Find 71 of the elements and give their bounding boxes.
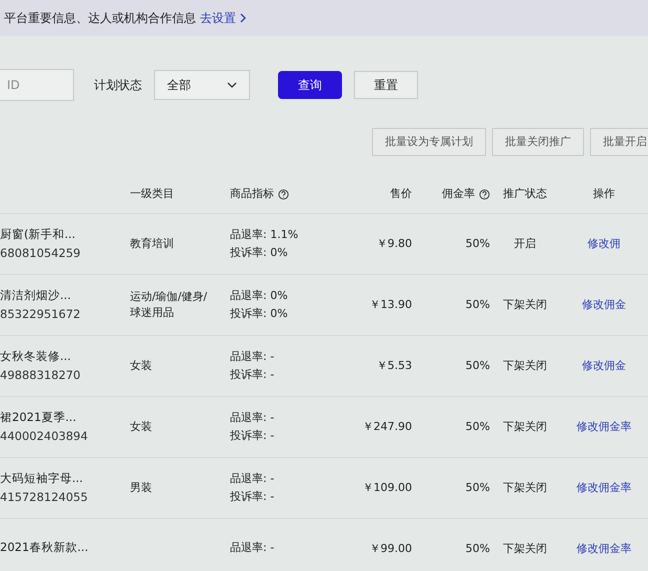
commission-cell-text: 50% xyxy=(464,296,490,313)
product-name: 厨窗(新手和... xyxy=(0,226,76,243)
column-header: 操作 xyxy=(593,186,615,202)
product-id: 85322951672 xyxy=(0,306,82,323)
status-cell-text: 下架关闭 xyxy=(502,540,548,557)
price-cell-text: ￥109.00 xyxy=(362,480,413,496)
status-cell-text: 下架关闭 xyxy=(502,296,548,313)
product-name: 大码短袖字母... xyxy=(0,470,84,487)
reset-button[interactable]: 重置 xyxy=(354,71,418,99)
column-header: 售价 xyxy=(390,186,412,202)
column-header: 佣金率 xyxy=(442,186,475,202)
batch-button[interactable]: 批量设为专属计划 xyxy=(372,128,486,156)
product-name: 裙2021夏季... xyxy=(0,408,78,426)
batch-button[interactable]: 批量关闭推广 xyxy=(492,128,584,156)
commission-cell-text: 50% xyxy=(464,236,490,252)
complaint-rate: 投诉率: 0% xyxy=(230,245,289,261)
chevron-right-icon xyxy=(240,13,246,23)
column-header: 推广状态 xyxy=(503,186,547,202)
edit-commission-link[interactable]: 修改佣 xyxy=(560,236,648,252)
return-rate: 品退率: - xyxy=(230,540,276,556)
complaint-rate: 投诉率: - xyxy=(230,367,276,383)
help-icon xyxy=(479,189,490,200)
status-cell-text: 下架关闭 xyxy=(502,480,548,496)
return-rate: 品退率: 1.1% xyxy=(230,226,300,242)
category-cell-text: 女装 xyxy=(130,358,153,374)
product-id: 415728124055 xyxy=(0,489,89,506)
return-rate: 品退率: - xyxy=(230,470,276,486)
column-header: 一级类目 xyxy=(130,186,174,202)
edit-commission-link[interactable]: 修改佣金 xyxy=(560,296,648,314)
product-id: 440002403894 xyxy=(0,428,89,445)
commission-cell-text: 50% xyxy=(464,480,490,496)
edit-commission-link[interactable]: 修改佣金率 xyxy=(560,540,648,558)
commission-cell-text: 50% xyxy=(464,540,490,557)
notice-text: 平台重要信息、达人或机构合作信息 xyxy=(4,10,196,27)
commission-cell-text: 50% xyxy=(464,418,490,435)
complaint-rate: 投诉率: 0% xyxy=(230,306,289,322)
id-field[interactable]: ID xyxy=(0,69,74,101)
complaint-rate: 投诉率: - xyxy=(230,489,276,505)
column-header: 商品指标 xyxy=(230,186,274,202)
return-rate: 品退率: 0% xyxy=(230,288,289,304)
status-cell-text: 下架关闭 xyxy=(502,358,548,374)
status-label: 计划状态 xyxy=(94,77,142,94)
product-id: 49888318270 xyxy=(0,367,82,384)
settings-link[interactable]: 去设置 xyxy=(200,9,246,27)
edit-commission-link[interactable]: 修改佣金率 xyxy=(560,480,648,496)
product-id: 68081054259 xyxy=(0,245,82,262)
status-cell-text: 下架关闭 xyxy=(502,418,548,435)
edit-commission-link[interactable]: 修改佣金 xyxy=(560,358,648,374)
price-cell-text: ￥5.53 xyxy=(376,358,413,374)
price-cell-text: ￥13.90 xyxy=(368,296,413,313)
category-cell-text: 教育培训 xyxy=(130,236,175,252)
product-name: 清洁剂烟沙... xyxy=(0,286,72,304)
commission-cell-text: 50% xyxy=(464,358,490,374)
status-select[interactable]: 全部 xyxy=(154,70,250,100)
price-cell-text: ￥99.00 xyxy=(368,540,413,557)
price-cell-text: ￥9.80 xyxy=(376,236,413,252)
status-cell-text: 开启 xyxy=(513,236,537,252)
price-cell-text: ￥247.90 xyxy=(362,418,413,435)
return-rate: 品退率: - xyxy=(230,410,276,426)
category-cell-text: 女装 xyxy=(130,418,153,435)
edit-commission-link[interactable]: 修改佣金率 xyxy=(560,418,648,436)
query-button[interactable]: 查询 xyxy=(278,71,342,99)
complaint-rate: 投诉率: - xyxy=(230,428,276,444)
product-name: 女秋冬装修... xyxy=(0,348,72,365)
return-rate: 品退率: - xyxy=(230,348,276,364)
product-name: 2021春秋新款... xyxy=(0,539,90,556)
batch-button[interactable]: 批量开启 xyxy=(590,128,648,156)
category-cell-text: 运动/瑜伽/健身/球迷用品 xyxy=(130,288,208,321)
category-cell-text: 男装 xyxy=(130,480,153,496)
help-icon xyxy=(278,189,289,200)
chevron-down-icon xyxy=(227,82,237,88)
